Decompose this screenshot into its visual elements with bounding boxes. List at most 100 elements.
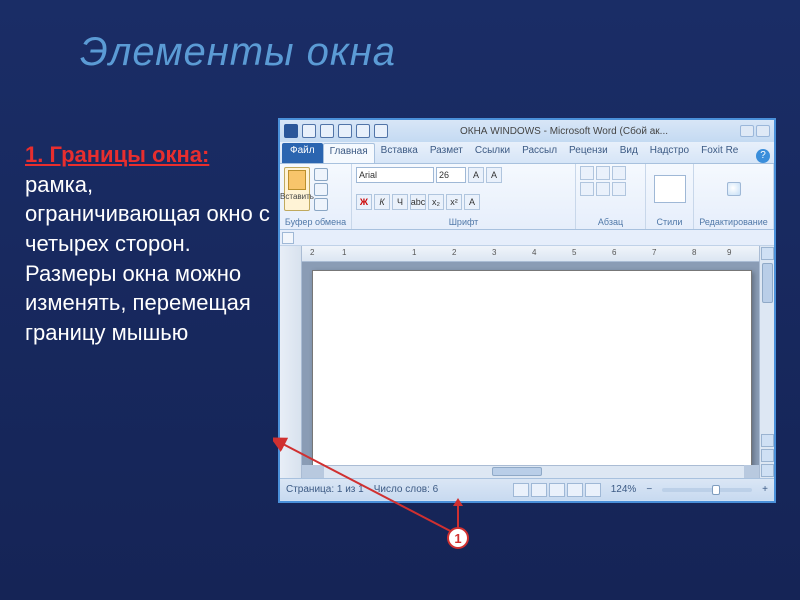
horizontal-ruler[interactable]: 2 1 1 2 3 4 5 6 7 8 9 [302, 246, 759, 262]
view-draft-icon[interactable] [585, 483, 601, 497]
word-app-icon [284, 124, 298, 138]
save-icon[interactable] [302, 124, 316, 138]
align-left-icon[interactable] [580, 182, 594, 196]
editing-label: Редактирование [698, 217, 769, 227]
ruler-tick: 5 [572, 248, 576, 257]
qat-icon[interactable] [374, 124, 388, 138]
vertical-ruler[interactable] [280, 246, 302, 478]
vertical-scrollbar[interactable] [759, 246, 774, 478]
tab-foxit[interactable]: Foxit Re [695, 143, 744, 163]
view-web-icon[interactable] [549, 483, 565, 497]
copy-icon[interactable] [314, 183, 328, 196]
qat-icon[interactable] [356, 124, 370, 138]
view-reading-icon[interactable] [531, 483, 547, 497]
statusbar: Страница: 1 из 1 Число слов: 6 124% − + [280, 478, 774, 500]
bullets-icon[interactable] [580, 166, 594, 180]
paste-label: Вставить [280, 192, 314, 201]
ruler-tick: 3 [492, 248, 496, 257]
cut-icon[interactable] [314, 168, 328, 181]
quick-access-toolbar[interactable] [284, 124, 388, 138]
word-window[interactable]: ОКНА WINDOWS - Microsoft Word (Сбой ак..… [278, 118, 776, 503]
tab-layout[interactable]: Размет [424, 143, 469, 163]
hscroll-thumb[interactable] [492, 467, 542, 476]
paragraph-group: Абзац [576, 164, 646, 229]
tab-insert[interactable]: Вставка [375, 143, 424, 163]
view-print-layout-icon[interactable] [513, 483, 529, 497]
numbering-icon[interactable] [596, 166, 610, 180]
window-title: ОКНА WINDOWS - Microsoft Word (Сбой ак..… [388, 126, 740, 137]
zoom-out-icon[interactable]: − [646, 484, 652, 495]
text-effects-button[interactable]: A [464, 194, 480, 210]
ruler-tick: 4 [532, 248, 536, 257]
tab-review[interactable]: Рецензи [563, 143, 614, 163]
superscript-button[interactable]: x² [446, 194, 462, 210]
tab-mailings[interactable]: Рассыл [516, 143, 563, 163]
ruler-tick: 7 [652, 248, 656, 257]
subscript-button[interactable]: x₂ [428, 194, 444, 210]
styles-icon[interactable] [654, 175, 686, 203]
ribbon-tabs[interactable]: Файл Главная Вставка Размет Ссылки Рассы… [280, 142, 774, 164]
ruler-tick: 6 [612, 248, 616, 257]
redo-icon[interactable] [338, 124, 352, 138]
font-group: Arial 26 A A Ж К Ч abc x₂ x² A Шрифт [352, 164, 576, 229]
ruler-corner [280, 230, 774, 246]
bold-button[interactable]: Ж [356, 194, 372, 210]
scroll-up-icon[interactable] [761, 247, 774, 260]
titlebar[interactable]: ОКНА WINDOWS - Microsoft Word (Сбой ак..… [280, 120, 774, 142]
paragraph-label: Абзац [580, 217, 641, 227]
status-words[interactable]: Число слов: 6 [374, 484, 438, 495]
ruler-tick: 2 [452, 248, 456, 257]
document-page[interactable] [312, 270, 752, 465]
zoom-in-icon[interactable]: + [762, 484, 768, 495]
ruler-tick: 8 [692, 248, 696, 257]
prev-page-icon[interactable] [761, 449, 774, 462]
file-tab[interactable]: Файл [282, 143, 323, 163]
paste-icon [288, 170, 306, 190]
format-painter-icon[interactable] [314, 198, 328, 211]
clipboard-group: Вставить Буфер обмена [280, 164, 352, 229]
tab-home[interactable]: Главная [323, 143, 375, 163]
paste-button[interactable]: Вставить [284, 167, 310, 211]
zoom-level[interactable]: 124% [611, 484, 637, 495]
zoom-handle[interactable] [712, 485, 720, 495]
zoom-slider[interactable] [662, 488, 752, 492]
font-size-combo[interactable]: 26 [436, 167, 466, 183]
vscroll-thumb[interactable] [762, 263, 773, 303]
font-name-combo[interactable]: Arial [356, 167, 434, 183]
grow-font-button[interactable]: A [468, 167, 484, 183]
undo-icon[interactable] [320, 124, 334, 138]
shrink-font-button[interactable]: A [486, 167, 502, 183]
ruler-tick: 1 [412, 248, 416, 257]
help-icon[interactable]: ? [756, 149, 770, 163]
view-outline-icon[interactable] [567, 483, 583, 497]
ribbon: Вставить Буфер обмена Arial 26 A A Ж К [280, 164, 774, 230]
find-icon[interactable] [727, 182, 741, 196]
ruler-tick: 9 [727, 248, 731, 257]
maximize-button[interactable] [756, 125, 770, 137]
section-heading: 1. Границы окна: [25, 142, 209, 167]
ruler-toggle-icon[interactable] [282, 232, 294, 244]
page-viewport[interactable] [302, 262, 759, 465]
font-label: Шрифт [356, 217, 571, 227]
clipboard-label: Буфер обмена [284, 217, 347, 227]
underline-button[interactable]: Ч [392, 194, 408, 210]
tab-references[interactable]: Ссылки [469, 143, 516, 163]
editing-group: Редактирование [694, 164, 774, 229]
styles-label: Стили [650, 217, 689, 227]
strike-button[interactable]: abc [410, 194, 426, 210]
slide-title: Элементы окна [0, 0, 800, 75]
align-center-icon[interactable] [596, 182, 610, 196]
status-page[interactable]: Страница: 1 из 1 [286, 484, 364, 495]
next-page-icon[interactable] [761, 464, 774, 477]
section-body: рамка, ограничивающая окно с четырех сто… [25, 172, 270, 345]
tab-view[interactable]: Вид [614, 143, 644, 163]
scroll-down-icon[interactable] [761, 434, 774, 447]
italic-button[interactable]: К [374, 194, 390, 210]
callout-number: 1 [447, 527, 469, 549]
multilevel-icon[interactable] [612, 166, 626, 180]
horizontal-scrollbar[interactable] [324, 465, 744, 478]
tab-addins[interactable]: Надстро [644, 143, 695, 163]
document-area: 2 1 1 2 3 4 5 6 7 8 9 [280, 246, 774, 478]
align-right-icon[interactable] [612, 182, 626, 196]
minimize-button[interactable] [740, 125, 754, 137]
